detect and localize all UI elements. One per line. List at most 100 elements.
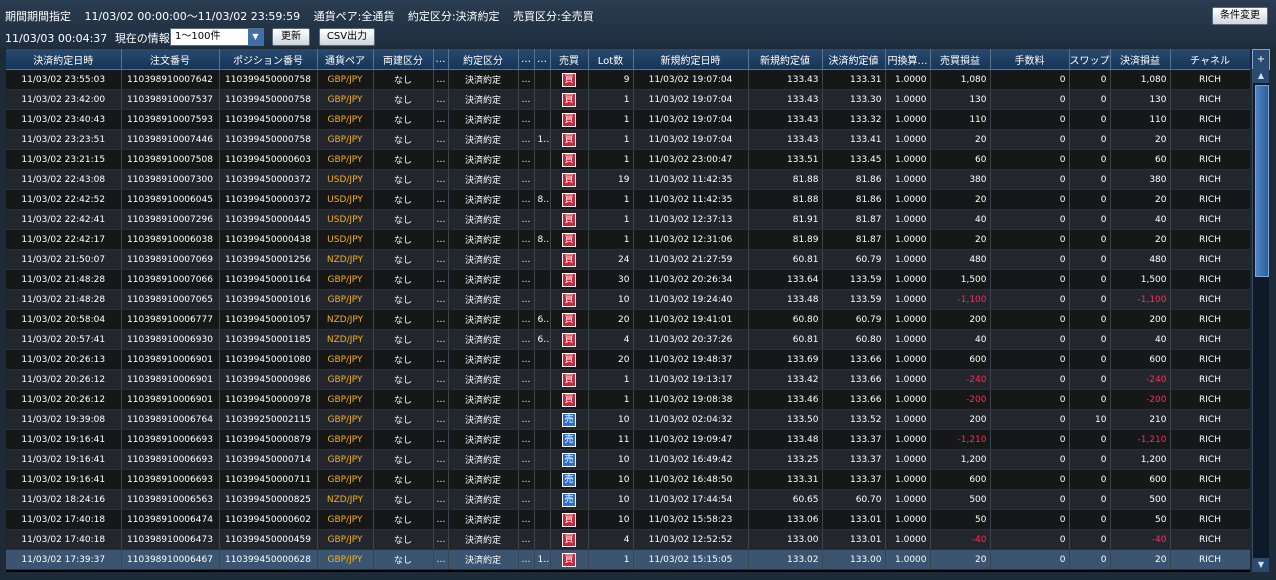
scrollbar-thumb[interactable] [1255,85,1269,277]
table-row[interactable]: 11/03/02 19:16:41 110398910006693 11039945… [6,449,1250,470]
table-row[interactable]: 11/03/02 20:58:04 110398910006777 11039945… [6,309,1250,330]
table-cell: 200 [930,409,991,430]
table-cell: 1 [588,229,634,250]
table-row[interactable]: 11/03/02 20:26:13 110398910006901 11039945… [6,349,1250,370]
scroll-down-icon[interactable]: ▼ [1253,558,1269,572]
column-header[interactable]: チャネル [1170,49,1250,70]
table-row[interactable]: 11/03/02 22:42:41 110398910007296 11039945… [6,209,1250,230]
table-cell: 20 [930,549,991,570]
chevron-down-icon[interactable]: ▼ [248,29,263,45]
column-header[interactable]: 円換算… [885,49,931,70]
table-row[interactable]: 11/03/02 17:40:18 110398910006473 11039945… [6,529,1250,550]
table-cell: 決済約定 [448,169,519,190]
table-cell: 20 [1110,129,1171,150]
table-cell: 11/03/02 15:15:05 [633,549,749,570]
table-cell: 11/03/02 16:48:50 [633,469,749,490]
change-conditions-button[interactable]: 条件変更 [1212,7,1268,25]
column-header[interactable]: 通貨ペア [317,49,374,70]
table-cell: 110399450001164 [219,269,318,290]
table-row[interactable]: 11/03/02 22:43:08 110398910007300 11039945… [6,169,1250,190]
table-row[interactable]: 11/03/02 22:42:52 110398910006045 11039945… [6,189,1250,210]
table-row[interactable]: 11/03/02 20:26:12 110398910006901 11039945… [6,369,1250,390]
vertical-scrollbar[interactable]: ▲ ▼ [1252,69,1269,572]
table-row[interactable]: 11/03/02 21:50:07 110398910007069 11039945… [6,249,1250,270]
column-header[interactable]: 新規約定値 [748,49,823,70]
column-header[interactable]: 新規約定日時 [633,49,749,70]
table-row[interactable]: 11/03/02 20:57:41 110398910006930 11039945… [6,329,1250,350]
column-header[interactable]: … [534,49,551,70]
side-badge: 売 [562,472,576,487]
range-select[interactable]: 1～100件 ▼ [170,28,264,46]
table-cell: 110399450000372 [219,169,318,190]
table-cell: … [433,469,449,490]
column-header[interactable]: 決済約定日時 [6,49,122,70]
table-cell: 1.0000 [885,249,931,270]
table-row[interactable]: 11/03/02 23:23:51 110398910007446 11039945… [6,129,1250,150]
table-cell: 買 [550,309,589,330]
table-row[interactable]: 11/03/02 17:39:37 110398910006467 11039945… [6,549,1250,570]
table-cell: 1.0000 [885,389,931,410]
column-header[interactable]: 約定区分 [448,49,519,70]
column-header[interactable]: 売買 [550,49,589,70]
table-cell: 11/03/02 19:41:01 [633,309,749,330]
table-cell: -200 [1110,389,1171,410]
table-row[interactable]: 11/03/02 17:40:18 110398910006474 11039945… [6,509,1250,530]
table-cell: 0 [990,429,1070,450]
table-cell: 110399450000445 [219,209,318,230]
column-header[interactable]: ポジション番号 [219,49,318,70]
table-cell: 1 [588,89,634,110]
table-row[interactable]: 11/03/02 19:16:41 110398910006693 11039945… [6,429,1250,450]
table-cell: 4 [588,529,634,550]
table-cell: 0 [1069,329,1111,350]
table-cell: 130 [930,89,991,110]
table-cell: 1.0000 [885,429,931,450]
table-cell: … [518,349,535,370]
table-cell: 0 [1069,369,1111,390]
scroll-up-icon[interactable]: ▲ [1253,69,1269,83]
update-button[interactable]: 更新 [272,28,310,46]
table-cell: 60.81 [748,249,823,270]
table-cell: RICH [1170,429,1250,450]
table-cell: … [433,249,449,270]
table-cell [534,89,551,110]
table-cell: 110399450000758 [219,69,318,90]
table-row[interactable]: 11/03/02 23:55:03 110398910007642 11039945… [6,69,1250,90]
column-header[interactable]: … [518,49,535,70]
table-row[interactable]: 11/03/02 18:24:16 110398910006563 11039945… [6,489,1250,510]
column-header[interactable]: Lot数 [588,49,634,70]
table-cell: … [518,549,535,570]
column-header[interactable]: 両建区分 [373,49,434,70]
table-cell: RICH [1170,229,1250,250]
table-row[interactable]: 11/03/02 19:16:41 110398910006693 11039945… [6,469,1250,490]
column-header[interactable]: 決済約定値 [822,49,886,70]
table-cell [534,69,551,90]
side-badge: 売 [562,452,576,467]
csv-export-button[interactable]: CSV出力 [319,28,375,46]
table-row[interactable]: 11/03/02 20:26:12 110398910006901 11039945… [6,389,1250,410]
column-header[interactable]: 売買損益 [930,49,991,70]
table-row[interactable]: 11/03/02 22:42:17 110398910006038 11039945… [6,229,1250,250]
column-header[interactable]: 決済損益 [1110,49,1171,70]
table-cell: 133.31 [748,469,823,490]
column-header[interactable]: 手数料 [990,49,1070,70]
table-row[interactable]: 11/03/02 21:48:28 110398910007066 11039945… [6,269,1250,290]
table-cell: … [433,529,449,550]
table-cell [534,149,551,170]
table-cell: GBP/JPY [317,289,374,310]
table-row[interactable]: 11/03/02 23:42:00 110398910007537 11039945… [6,89,1250,110]
table-cell: RICH [1170,349,1250,370]
table-cell: 買 [550,329,589,350]
table-row[interactable]: 11/03/02 21:48:28 110398910007065 11039945… [6,289,1250,310]
column-header[interactable]: … [433,49,449,70]
column-settings-icon[interactable]: + [1252,49,1270,70]
table-row[interactable]: 11/03/02 23:21:15 110398910007508 11039945… [6,149,1250,170]
table-cell: 6… [534,309,551,330]
column-header[interactable]: スワップ損益 [1069,49,1111,70]
table-cell: 11/03/02 21:48:28 [6,289,122,310]
column-header[interactable]: 注文番号 [121,49,220,70]
table-cell: 480 [1110,249,1171,270]
table-cell [534,449,551,470]
table-cell: 600 [930,349,991,370]
table-row[interactable]: 11/03/02 23:40:43 110398910007593 11039945… [6,109,1250,130]
table-row[interactable]: 11/03/02 19:39:08 110398910006764 11039925… [6,409,1250,430]
